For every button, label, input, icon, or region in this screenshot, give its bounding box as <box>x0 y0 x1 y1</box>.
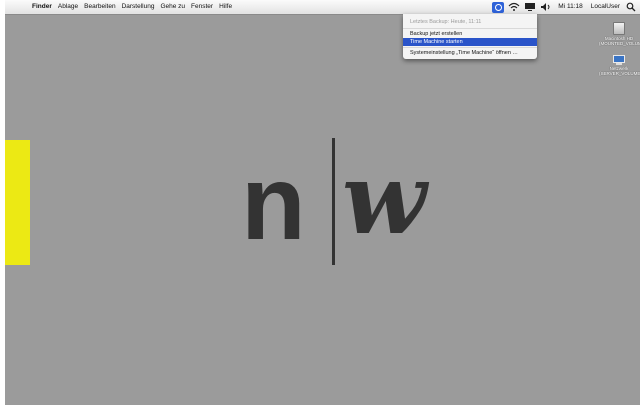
desktop-icon-sublabel: (SERVER_VOLUME) <box>599 71 640 76</box>
desktop: Finder Ablage Bearbeiten Darstellung Geh… <box>5 0 640 405</box>
logo-letter-n: n <box>241 144 306 262</box>
display-icon[interactable] <box>524 2 536 12</box>
wifi-icon[interactable] <box>508 2 520 12</box>
menu-gehe-zu[interactable]: Gehe zu <box>157 0 188 14</box>
desktop-icon-sublabel: (MOUNTED_VOLUME) <box>599 41 640 46</box>
time-machine-menu: Letztes Backup: Heute, 11:11 Backup jetz… <box>403 14 537 59</box>
menubar-user[interactable]: LocalUser <box>587 0 624 14</box>
network-icon <box>613 55 625 65</box>
open-time-machine-preferences-item[interactable]: Systemeinstellung „Time Machine“ öffnen … <box>403 49 537 57</box>
desktop-icon-hard-disk[interactable]: Macintosh HD (MOUNTED_VOLUME) <box>599 22 640 46</box>
last-backup-info: Letztes Backup: Heute, 11:11 <box>410 19 482 25</box>
menu-separator <box>403 47 537 48</box>
logo-divider <box>332 138 335 265</box>
menu-ablage[interactable]: Ablage <box>55 0 81 14</box>
desktop-icon-network[interactable]: Netzwerk (SERVER_VOLUME) <box>599 55 640 76</box>
menu-separator <box>403 28 537 29</box>
start-time-machine-item[interactable]: Time Machine starten <box>403 38 537 46</box>
menu-bearbeiten[interactable]: Bearbeiten <box>81 0 118 14</box>
menu-hilfe[interactable]: Hilfe <box>216 0 235 14</box>
backup-now-item[interactable]: Backup jetzt erstellen <box>403 30 537 38</box>
menubar-clock[interactable]: Mi 11:18 <box>554 0 586 14</box>
volume-icon[interactable] <box>540 2 552 12</box>
menu-darstellung[interactable]: Darstellung <box>119 0 158 14</box>
accent-bar <box>5 140 30 265</box>
menu-extras: Mi 11:18 LocalUser <box>490 0 640 14</box>
spotlight-search-icon[interactable] <box>626 2 638 12</box>
time-machine-icon[interactable] <box>492 1 505 13</box>
menu-fenster[interactable]: Fenster <box>188 0 216 14</box>
menubar: Finder Ablage Bearbeiten Darstellung Geh… <box>5 0 640 15</box>
logo-letter-w: w <box>342 142 427 257</box>
hard-disk-icon <box>613 22 625 35</box>
menu-finder[interactable]: Finder <box>29 0 55 14</box>
